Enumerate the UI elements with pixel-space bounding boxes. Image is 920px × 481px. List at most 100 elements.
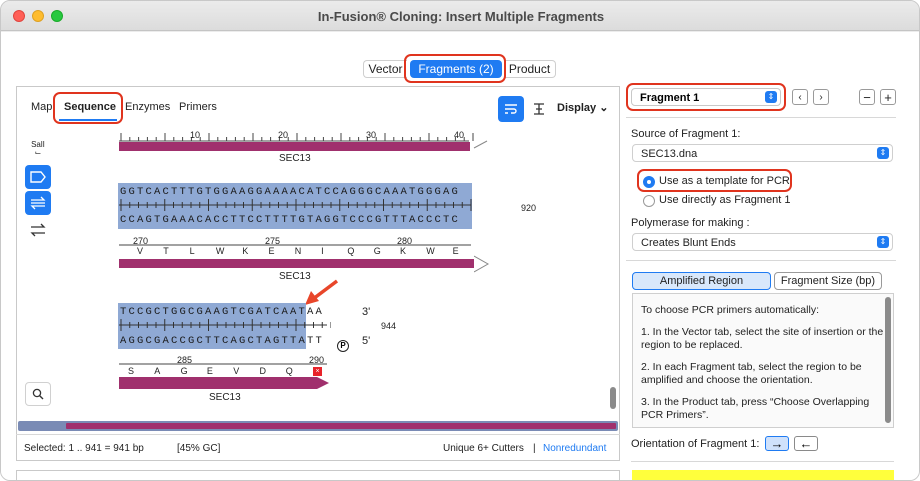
dna-bottom-strand[interactable]: AGGCGACCGCTTCAGCTAGTTATT	[120, 335, 324, 347]
highlight-fragments-tab	[404, 54, 506, 83]
previous-fragment-button[interactable]: ‹	[792, 89, 808, 105]
gc-content: [45% GC]	[177, 443, 221, 454]
phosphate-icon: P	[337, 340, 349, 352]
wrap-icon[interactable]	[498, 96, 524, 122]
enzyme-tool[interactable]: SalI ⌙	[25, 137, 51, 161]
instructions-step: 1. In the Vector tab, select the site of…	[641, 326, 884, 351]
map-overview-feature	[66, 423, 616, 429]
display-label: Display	[557, 102, 597, 114]
amino-acid: K	[400, 246, 407, 256]
status-message-bar	[632, 470, 894, 480]
lower-panel	[16, 470, 620, 480]
reverse-strand-icon[interactable]	[25, 218, 51, 242]
select-stepper-icon: ⇕	[877, 147, 889, 159]
feature-tool-icon[interactable]	[25, 165, 51, 189]
cut-icon: ⌙	[34, 148, 42, 157]
ruler-tick-label: 30	[366, 130, 377, 140]
feature-bar[interactable]	[119, 259, 474, 268]
amino-acid: L	[189, 246, 195, 256]
status-divider	[16, 434, 620, 435]
amino-acid: E	[452, 246, 459, 256]
instructions-box: To choose PCR primers automatically: 1. …	[632, 293, 894, 428]
highlight-fragment-select	[626, 83, 786, 111]
source-label: Source of Fragment 1:	[631, 128, 741, 140]
ruler-tick-label: 10	[190, 130, 201, 140]
amino-acid: E	[206, 366, 213, 376]
position-number: 920	[521, 203, 537, 213]
strand-ticks	[119, 319, 331, 331]
amino-acid: A	[154, 366, 161, 376]
strand-ticks	[119, 199, 472, 211]
amino-acid: E	[268, 246, 275, 256]
ruler-tick-label: 20	[278, 130, 289, 140]
dna-top-strand[interactable]: GGTCACTTTGTGGAAGGAAAACATCCAGGGCAAATGGGAG	[120, 186, 460, 198]
feature-bar[interactable]	[119, 376, 331, 390]
translation-tool-icon[interactable]	[25, 191, 51, 215]
orientation-reverse-icon[interactable]: ←	[794, 436, 818, 451]
right-divider	[626, 260, 896, 261]
polymerase-label: Polymerase for making :	[631, 217, 750, 229]
highlight-sequence-tab	[53, 92, 123, 124]
instructions-scrollbar[interactable]	[885, 297, 891, 423]
tab-primers[interactable]: Primers	[179, 101, 217, 113]
tab-amplified-region[interactable]: Amplified Region	[632, 272, 771, 290]
tab-enzymes[interactable]: Enzymes	[125, 101, 170, 113]
amino-acid: V	[137, 246, 144, 256]
amino-acid: G	[373, 246, 381, 256]
status-separator: |	[533, 443, 536, 454]
polymerase-select[interactable]: Creates Blunt Ends	[632, 233, 893, 251]
display-menu[interactable]: Display ⌄	[557, 101, 608, 114]
tab-vector[interactable]: Vector	[363, 60, 407, 78]
right-divider	[631, 461, 894, 462]
amino-acid: N	[294, 246, 302, 256]
aa-ruler	[119, 363, 327, 365]
amino-acid: S	[128, 366, 135, 376]
amino-acid: Q	[285, 366, 293, 376]
tab-map[interactable]: Map	[31, 101, 52, 113]
amino-acid: K	[242, 246, 249, 256]
radio-direct-fragment[interactable]	[643, 195, 655, 207]
polymerase-value: Creates Blunt Ends	[641, 237, 736, 249]
selection-status: Selected: 1 .. 941 = 941 bp	[24, 443, 144, 454]
amino-acid: T	[163, 246, 169, 256]
cutters-label[interactable]: Unique 6+ Cutters	[443, 443, 524, 454]
amino-acid: Q	[347, 246, 355, 256]
feature-arrow-icon	[474, 255, 490, 273]
dna-top-strand[interactable]: TCCGCTGGCGAAGTCGATCAATAA	[120, 306, 324, 318]
source-select[interactable]: SEC13.dna	[632, 144, 893, 162]
search-icon[interactable]	[25, 382, 51, 406]
feature-bar[interactable]	[119, 142, 470, 151]
add-fragment-button[interactable]: +	[880, 89, 896, 105]
instructions-step: 3. In the Product tab, press “Choose Ove…	[641, 396, 870, 421]
right-divider	[626, 117, 896, 118]
split-view-icon[interactable]	[526, 96, 552, 122]
stop-codon-icon: ×	[313, 367, 322, 376]
amino-acid: D	[259, 366, 267, 376]
radio-direct-label: Use directly as Fragment 1	[659, 194, 791, 206]
tab-product[interactable]: Product	[504, 60, 556, 78]
chevron-down-icon: ⌄	[599, 102, 609, 114]
position-number: 944	[381, 321, 397, 331]
app-window: In-Fusion® Cloning: Insert Multiple Frag…	[0, 0, 920, 481]
five-prime-label: 5'	[362, 335, 371, 347]
amino-acid: V	[233, 366, 240, 376]
amino-acid: W	[426, 246, 435, 256]
amino-acid: W	[215, 246, 225, 256]
vertical-scrollbar[interactable]	[610, 387, 616, 409]
next-fragment-button[interactable]: ›	[813, 89, 829, 105]
orientation-label: Orientation of Fragment 1:	[631, 438, 760, 450]
instructions-intro: To choose PCR primers automatically:	[641, 304, 819, 316]
annotation-arrow-icon	[305, 279, 339, 305]
orientation-forward-icon[interactable]: →	[765, 436, 789, 451]
window-title: In-Fusion® Cloning: Insert Multiple Frag…	[317, 9, 605, 24]
amino-acid: I	[321, 246, 324, 256]
horizontal-scrollbar[interactable]	[18, 421, 618, 431]
remove-fragment-button[interactable]: −	[859, 89, 875, 105]
instructions-step: 2. In each Fragment tab, select the regi…	[641, 361, 862, 386]
dna-bottom-strand[interactable]: CCAGTGAAACACCTTCCTTTTGTAGGTCCCGTTTACCCTC	[120, 214, 460, 226]
highlight-template-radio	[637, 169, 792, 192]
feature-label: SEC13	[209, 392, 241, 403]
nonredundant-link[interactable]: Nonredundant	[543, 443, 606, 454]
title-bar: In-Fusion® Cloning: Insert Multiple Frag…	[1, 1, 919, 31]
tab-fragment-size[interactable]: Fragment Size (bp)	[774, 272, 882, 290]
